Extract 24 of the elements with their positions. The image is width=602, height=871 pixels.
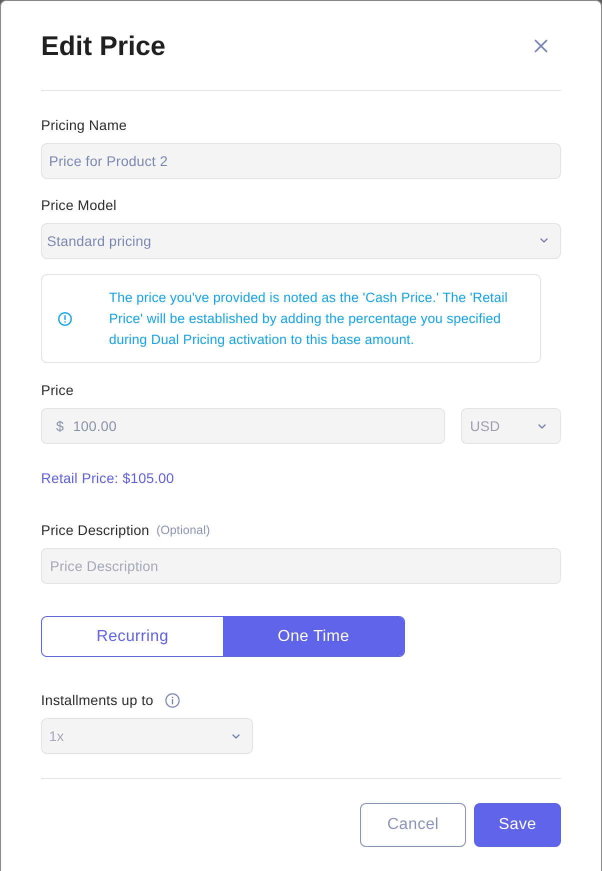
close-icon (534, 39, 548, 53)
alert-icon (58, 312, 72, 326)
info-icon[interactable] (165, 692, 180, 708)
field-label: Pricing Name (41, 116, 127, 135)
price-field[interactable]: $ 100.00 (41, 408, 445, 444)
pricing-name-field[interactable]: Price for Product 2 (41, 143, 561, 179)
chevron-down-icon (232, 734, 240, 739)
field-label: Price (41, 381, 74, 400)
notice-text: The price you've provided is noted as the 'Cash Price.' The 'Retail Price' will be established by adding the percentage you specified during Dual Pricing activation to this base amount. (109, 289, 509, 350)
currency-symbol: $ (56, 418, 64, 434)
field-label: Price Description (41, 521, 150, 540)
field-label: Price Model (41, 196, 117, 215)
dialog-title: Edit Price (41, 30, 166, 62)
retail-price-text: Retail Price: $105.00 (41, 469, 174, 488)
price-model-select[interactable]: Standard pricing (41, 222, 561, 259)
toggle-option[interactable]: One Time (223, 617, 404, 656)
optional-hint: (Optional) (156, 523, 210, 538)
chevron-down-icon (540, 238, 548, 244)
save-button[interactable]: Save (474, 803, 561, 848)
cancel-button[interactable]: Cancel (360, 803, 466, 848)
chevron-down-icon (538, 424, 546, 429)
currency-select[interactable]: USD (461, 408, 561, 444)
description-field[interactable]: Price Description (41, 548, 561, 584)
field-label: Installments up to (41, 691, 154, 710)
